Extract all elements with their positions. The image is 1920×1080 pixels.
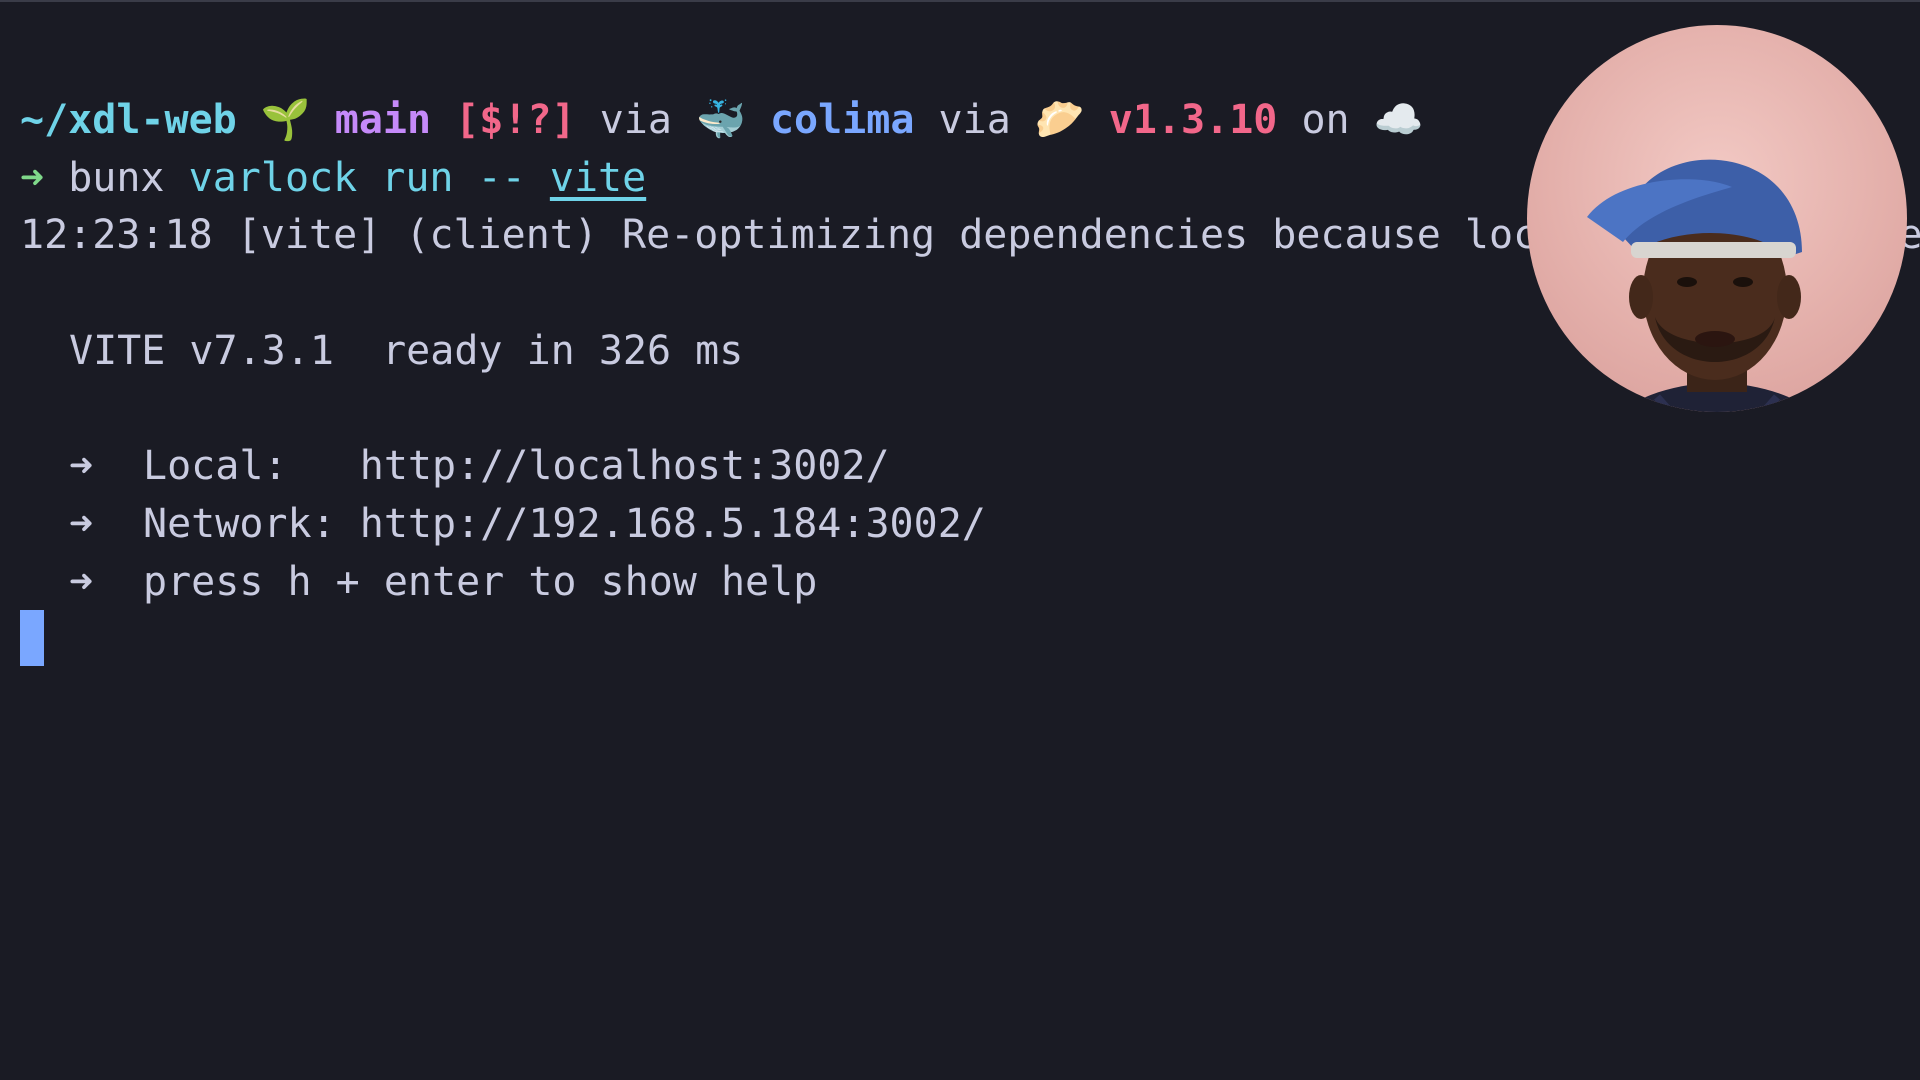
arrow-icon: ➜: [69, 443, 94, 489]
whale-icon: 🐳: [696, 97, 746, 143]
terminal-window[interactable]: ~/xdl-web 🌱 main [$!?] via 🐳 colima via …: [0, 0, 1920, 1080]
git-branch: main: [334, 97, 432, 143]
presenter-avatar: [1587, 159, 1815, 412]
help-line: ➜ press h + enter to show help: [69, 553, 817, 611]
prompt-via-1: via: [599, 97, 672, 143]
prompt-on: on: [1301, 97, 1350, 143]
runtime-version: v1.3.10: [1108, 97, 1278, 143]
webcam-overlay: [1527, 25, 1907, 412]
local-url-link[interactable]: http://localhost:3002/: [360, 443, 890, 489]
network-url-link[interactable]: http://192.168.5.184:3002/: [360, 501, 986, 547]
command-target-link[interactable]: vite: [550, 155, 646, 201]
vite-ready-line: VITE v7.3.1 ready in 326 ms: [69, 322, 743, 380]
command-args: varlock run --: [188, 155, 526, 201]
vite-version: VITE v7.3.1: [69, 328, 334, 374]
shell-prompt: ~/xdl-web 🌱 main [$!?] via 🐳 colima via …: [20, 91, 1424, 149]
prompt-via-2: via: [938, 97, 1011, 143]
seedling-icon: 🌱: [260, 97, 311, 143]
command-bin: bunx: [68, 155, 165, 201]
arrow-icon: ➜: [69, 559, 94, 605]
network-url-line: ➜ Network: http://192.168.5.184:3002/: [69, 495, 986, 553]
ready-time: ready in 326 ms: [382, 328, 744, 374]
command-line[interactable]: ➜ bunx varlock run -- vite: [20, 149, 646, 207]
prompt-arrow-icon: ➜: [20, 155, 45, 201]
docker-context: colima: [769, 97, 915, 143]
git-status: [$!?]: [455, 97, 576, 143]
terminal-cursor[interactable]: [20, 610, 44, 666]
local-label: Local:: [143, 443, 288, 489]
cloud-icon: ☁️: [1373, 97, 1424, 143]
dumpling-icon: 🥟: [1034, 97, 1085, 143]
network-label: Network:: [143, 501, 336, 547]
help-text: press h + enter to show help: [143, 559, 818, 605]
prompt-path: ~/xdl-web: [20, 97, 237, 143]
arrow-icon: ➜: [69, 501, 94, 547]
local-url-line: ➜ Local: http://localhost:3002/: [69, 437, 890, 495]
